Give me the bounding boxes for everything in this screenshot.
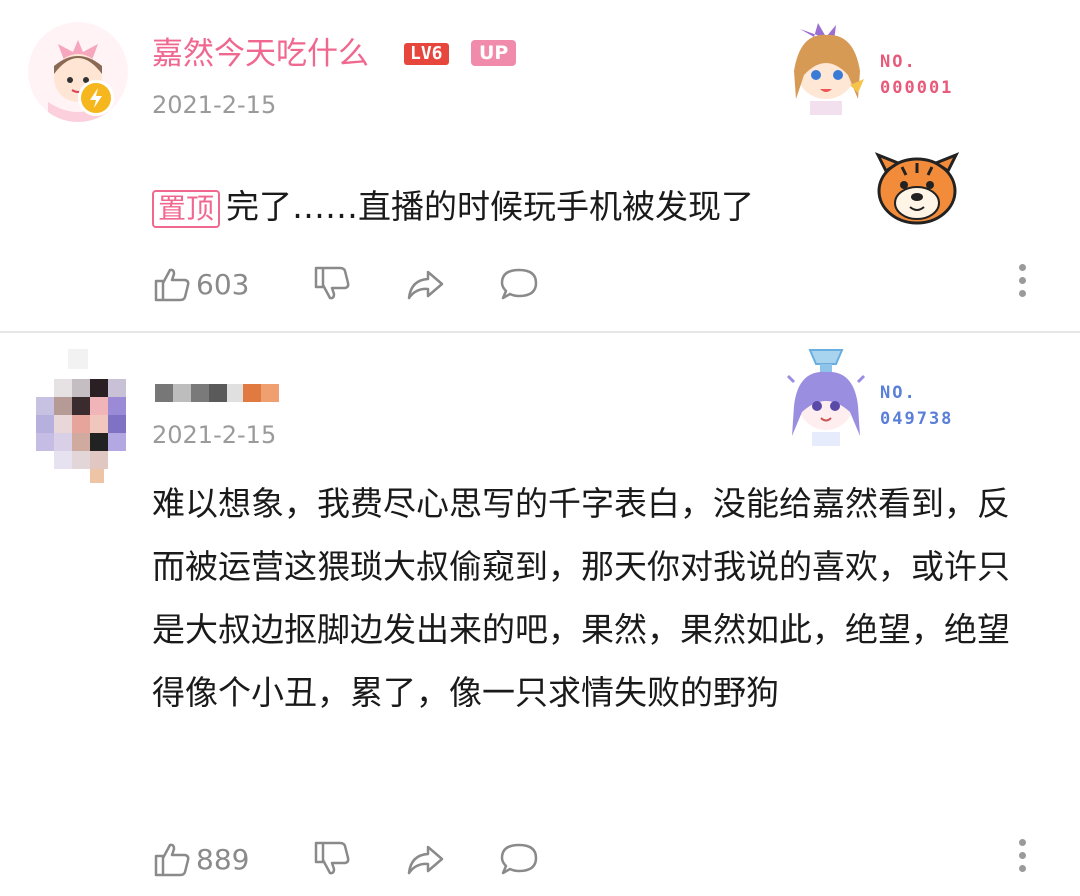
comment-content: 难以想象，我费尽心思写的千字表白，没能给嘉然看到，反而被运营这猥琐大叔偷窥到，那… — [152, 472, 1022, 724]
fan-medal-number: 000001 — [880, 78, 954, 98]
share-button[interactable] — [404, 837, 446, 881]
more-icon[interactable] — [1018, 264, 1028, 304]
fan-medal-character-icon — [794, 23, 864, 115]
reply-button[interactable] — [498, 262, 540, 306]
verified-badge-icon — [78, 80, 114, 116]
fan-medal[interactable]: NO. 000001 — [780, 15, 1020, 125]
username[interactable]: 嘉然今天吃什么 — [152, 36, 369, 72]
dislike-icon — [314, 266, 350, 300]
dislike-button[interactable] — [312, 262, 352, 306]
comment-text: 完了……直播的时候玩手机被发现了 — [226, 187, 755, 226]
username-redacted[interactable] — [155, 384, 285, 404]
like-button[interactable]: 889 — [152, 837, 249, 881]
user-avatar[interactable] — [30, 349, 140, 484]
like-button[interactable]: 603 — [152, 262, 249, 306]
share-icon — [407, 845, 444, 875]
comment-date: 2021-2-15 — [152, 421, 277, 449]
fan-medal-no-label: NO. — [880, 52, 917, 72]
reply-button[interactable] — [498, 837, 540, 881]
pinned-badge: 置顶 — [152, 189, 221, 228]
comment-actions: 603 — [152, 262, 1052, 306]
like-count: 603 — [196, 267, 250, 301]
comment-date: 2021-2-15 — [152, 91, 277, 119]
comment-text: 难以想象，我费尽心思写的千字表白，没能给嘉然看到，反而被运营这猥琐大叔偷窥到，那… — [152, 484, 1010, 712]
up-badge: UP — [471, 40, 517, 66]
dislike-icon — [314, 841, 350, 875]
fan-medal[interactable]: NO. 049738 — [780, 346, 1020, 456]
dislike-button[interactable] — [312, 837, 352, 881]
reply-icon — [500, 268, 538, 300]
fan-medal-character-icon — [786, 349, 866, 446]
share-button[interactable] — [404, 262, 446, 306]
like-count: 889 — [196, 842, 250, 876]
fan-medal-no-label: NO. — [880, 383, 917, 403]
comment-card: 2021-2-15 NO. 049738 难以想象，我费尽心思写的千字表白，没能… — [0, 334, 1080, 896]
tiger-face-sticker — [872, 145, 962, 227]
like-icon — [154, 268, 190, 302]
user-avatar[interactable] — [28, 22, 128, 122]
comment-actions: 889 — [152, 837, 1052, 881]
like-icon — [154, 843, 190, 877]
divider — [0, 331, 1080, 333]
comment-card: 嘉然今天吃什么 LV6 UP 2021-2-15 NO. 000001 置顶 完了… — [0, 0, 1080, 332]
fan-medal-number: 049738 — [880, 409, 954, 429]
level-badge: LV6 — [404, 43, 449, 65]
reply-icon — [500, 843, 538, 875]
more-icon[interactable] — [1018, 839, 1028, 879]
share-icon — [407, 270, 444, 300]
